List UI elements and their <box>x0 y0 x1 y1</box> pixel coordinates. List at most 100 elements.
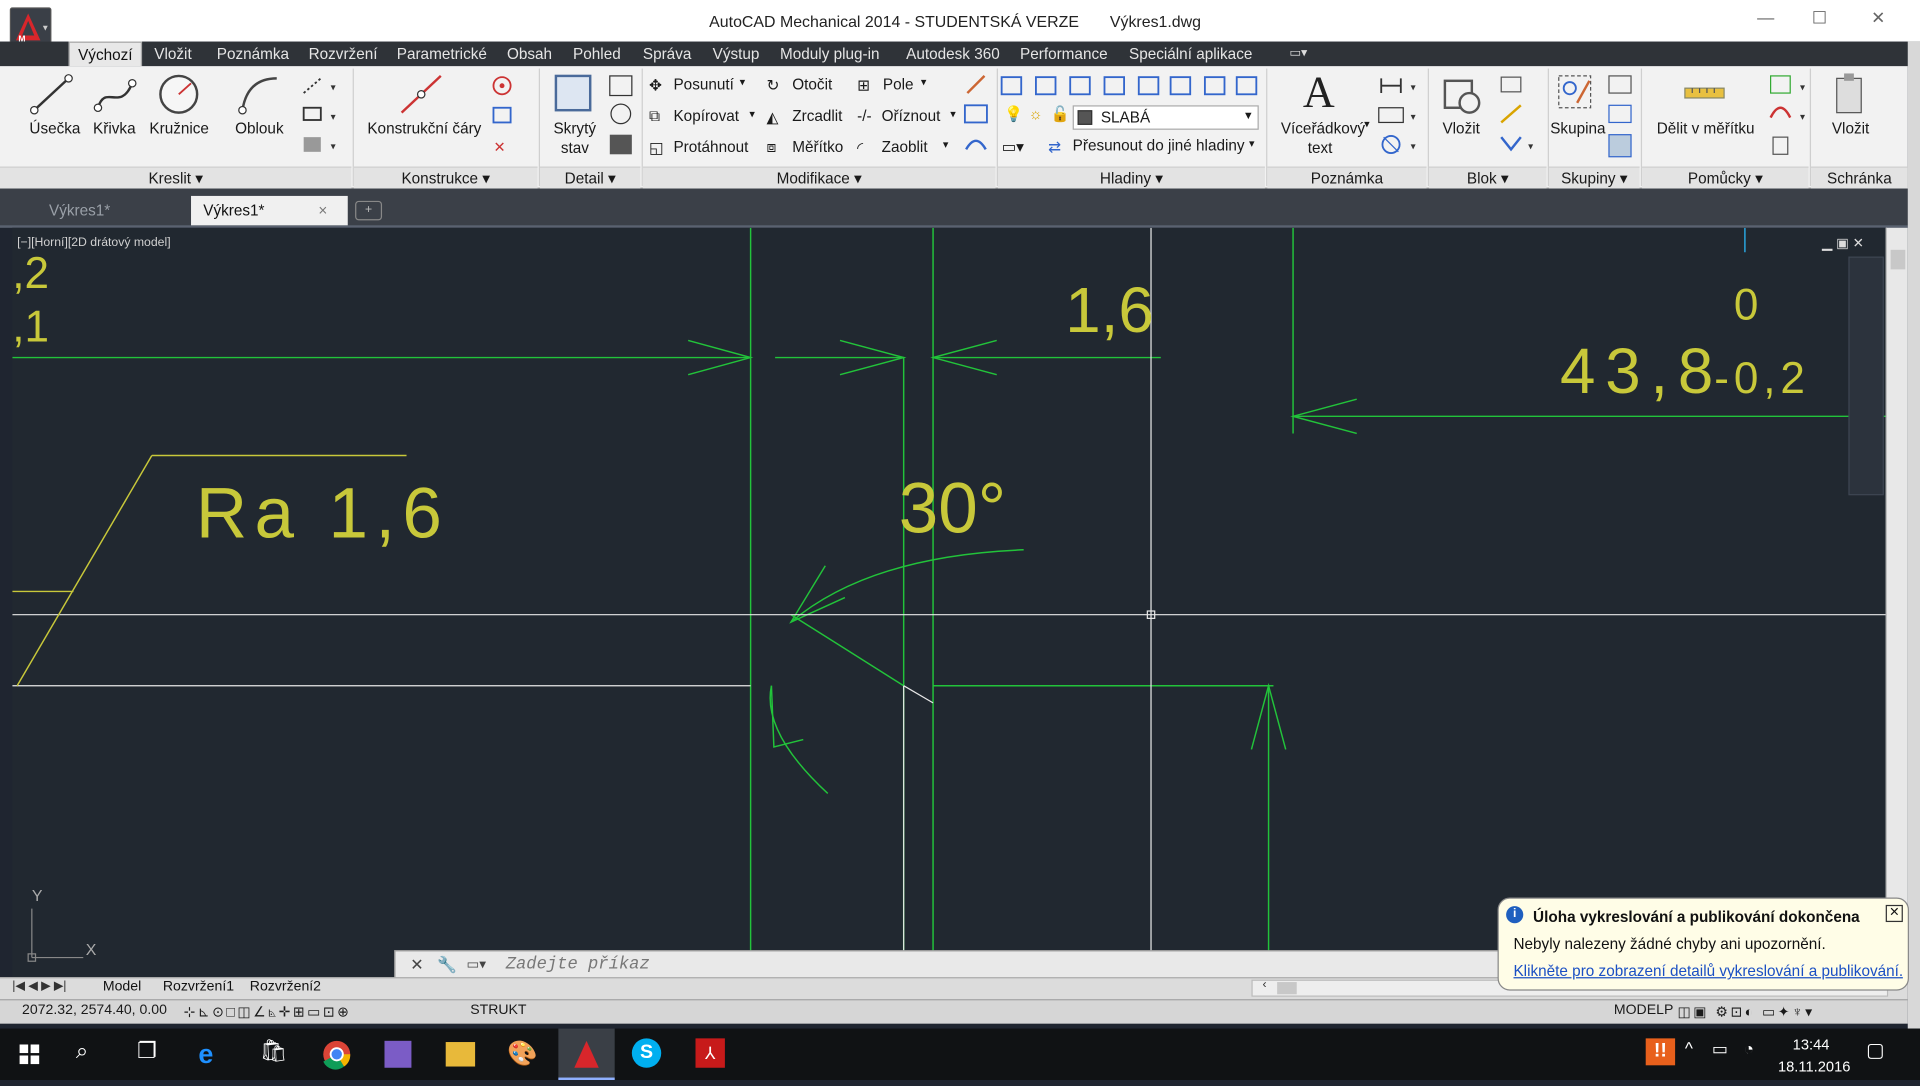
group-kreslit[interactable]: Kreslit ▾ <box>0 166 352 189</box>
scroll-thumb[interactable] <box>1890 249 1906 270</box>
plot-notification[interactable]: i Úloha vykreslování a publikování dokon… <box>1497 897 1909 991</box>
construction-lines-button[interactable]: Konstrukční čáry <box>367 120 481 137</box>
action-center-icon[interactable]: ▢ <box>1866 1038 1903 1070</box>
navigation-bar[interactable] <box>1848 256 1884 496</box>
wifi-icon[interactable]: ◔ <box>1744 1038 1781 1070</box>
group-hladiny[interactable]: Hladiny ▾ <box>997 166 1265 189</box>
mirror-button[interactable]: Zrcadlit <box>792 108 842 125</box>
doc-tab-2[interactable]: Výkres1* × <box>191 195 348 226</box>
fillet-dropdown-icon[interactable]: ▾ <box>943 138 949 151</box>
hidden-state-button-line1[interactable]: Skrytý <box>553 120 596 137</box>
search-icon[interactable]: ⌕ <box>76 1038 113 1070</box>
edge-icon[interactable]: e <box>198 1038 235 1070</box>
measure-button[interactable]: Dělit v měřítku <box>1657 120 1755 137</box>
store-icon[interactable]: 🛍 <box>260 1038 297 1070</box>
layer-dropdown[interactable]: SLABÁ ▼ <box>1072 105 1259 130</box>
move-to-layer-dropdown-icon[interactable]: ▾ <box>1249 137 1255 150</box>
task-view-icon[interactable]: ❐ <box>137 1038 174 1070</box>
stretch-button[interactable]: Protáhnout <box>673 138 748 155</box>
tab-moduly-plugin[interactable]: Moduly plug-in <box>780 42 880 66</box>
insert-block-button[interactable]: Vložit <box>1442 120 1479 137</box>
layout-tab-1[interactable]: Rozvržení1 <box>163 980 234 995</box>
tab-specialni-aplikace[interactable]: Speciální aplikace <box>1129 42 1252 66</box>
detail-tools-icon[interactable] <box>607 73 636 159</box>
hidden-state-button-line2[interactable]: stav <box>561 140 589 157</box>
group-poznamka[interactable]: Poznámka <box>1267 166 1427 189</box>
arc-button[interactable]: Oblouk <box>235 120 284 137</box>
scroll-left-icon[interactable]: ‹ <box>1262 978 1266 991</box>
skype-icon[interactable]: S <box>631 1038 662 1068</box>
tab-vlozit[interactable]: Vložit <box>154 42 191 66</box>
notification-link[interactable]: Klikněte pro zobrazení detailů vykreslov… <box>1513 962 1902 979</box>
close-icon[interactable]: × <box>318 196 327 225</box>
group-skupiny[interactable]: Skupiny ▾ <box>1548 166 1640 189</box>
windows-start-icon[interactable] <box>15 1038 52 1070</box>
block-tools-icon[interactable]: ▾ <box>1496 73 1540 159</box>
paste-button[interactable]: Vložit <box>1832 120 1869 137</box>
tab-autodesk-360[interactable]: Autodesk 360 <box>906 42 1000 66</box>
doc-tab-1[interactable]: Výkres1* <box>37 196 189 225</box>
groups-tools-icon[interactable] <box>1607 73 1636 159</box>
layout-tab-model[interactable]: Model <box>103 980 141 995</box>
group-pomucky[interactable]: Pomůcky ▾ <box>1642 166 1809 189</box>
autocad-taskbar-button[interactable] <box>558 1028 615 1081</box>
layer-lock-icon[interactable]: 🔓 <box>1051 105 1070 123</box>
move-button[interactable]: Posunutí <box>673 76 733 93</box>
move-dropdown-icon[interactable]: ▾ <box>740 76 746 89</box>
array-button[interactable]: Pole <box>883 76 914 93</box>
viewport-window-controls[interactable]: ▁ ▣ ✕ <box>1822 235 1864 251</box>
viewport-label[interactable]: [−][Horní][2D drátový model] <box>17 236 170 249</box>
tab-pohled[interactable]: Pohled <box>573 42 621 66</box>
tab-vystup[interactable]: Výstup <box>713 42 760 66</box>
wrench-icon[interactable]: 🔧 <box>437 955 457 975</box>
modelp-toggle[interactable]: MODELP <box>1614 1003 1673 1018</box>
move-to-layer-button[interactable]: Přesunout do jiné hladiny <box>1073 137 1245 154</box>
status-tray-icons[interactable]: ◫▣ ⚙⊡◐ ▭✦♆▾ <box>1678 1003 1815 1020</box>
layout-tab-2[interactable]: Rozvržení2 <box>250 980 321 995</box>
tab-performance[interactable]: Performance <box>1020 42 1108 66</box>
minimize-button[interactable]: — <box>1741 7 1790 34</box>
annotation-tools-icon[interactable]: ▾ ▾ ▾ <box>1376 73 1425 159</box>
tab-sprava[interactable]: Správa <box>643 42 692 66</box>
drafting-toggles-icon[interactable]: ⊹⊾⊙□◫∠⦝✛⊞▭⊡⊕ <box>184 1003 352 1021</box>
notification-app-icon[interactable]: !! <box>1645 1038 1676 1066</box>
mtext-dropdown-icon[interactable]: ▾ <box>1364 118 1370 131</box>
draw-small-tools[interactable]: ▾ ▾ ▾ <box>299 73 343 159</box>
clock-time[interactable]: 13:44 <box>1793 1036 1830 1053</box>
strukt-toggle[interactable]: STRUKT <box>470 1003 526 1018</box>
clock-date[interactable]: 18.11.2016 <box>1778 1058 1850 1075</box>
multiline-text-button-line2[interactable]: text <box>1308 140 1333 157</box>
group-modifikace[interactable]: Modifikace ▾ <box>642 166 996 189</box>
file-explorer-icon[interactable] <box>445 1042 476 1067</box>
close-window-button[interactable]: ✕ <box>1854 7 1903 34</box>
polyline-button[interactable]: Křivka <box>93 120 136 137</box>
tab-poznamka[interactable]: Poznámka <box>217 42 289 66</box>
layer-freeze-icon[interactable]: ☼ <box>1029 105 1043 122</box>
layout-nav-arrows-icon[interactable]: |◀ ◀ ▶ ▶| <box>12 980 66 993</box>
tab-obsah[interactable]: Obsah <box>507 42 552 66</box>
line-button[interactable]: Úsečka <box>29 120 80 137</box>
command-input[interactable]: Zadejte příkaz <box>506 955 650 975</box>
tab-rozvrzeni[interactable]: Rozvržení <box>309 42 378 66</box>
layer-on-icon[interactable]: 💡 <box>1004 105 1023 123</box>
group-button[interactable]: Skupina <box>1550 120 1605 137</box>
vertical-scrollbar[interactable] <box>1885 227 1908 978</box>
multiline-text-button-line1[interactable]: Víceřádkový <box>1281 120 1365 137</box>
group-blok[interactable]: Blok ▾ <box>1428 166 1547 189</box>
scale-button[interactable]: Měřítko <box>792 138 843 155</box>
new-tab-icon[interactable]: + <box>355 200 383 221</box>
circle-button[interactable]: Kružnice <box>149 120 209 137</box>
onenote-icon[interactable] <box>384 1040 412 1068</box>
maximize-button[interactable]: ☐ <box>1795 7 1844 34</box>
array-dropdown-icon[interactable]: ▾ <box>921 76 927 89</box>
tab-parametricke[interactable]: Parametrické <box>397 42 487 66</box>
fillet-button[interactable]: Zaoblit <box>882 138 928 155</box>
tab-vychozi[interactable]: Výchozí <box>68 41 143 67</box>
layer-tools-icon[interactable] <box>999 73 1259 97</box>
group-detail[interactable]: Detail ▾ <box>540 166 641 189</box>
group-konstrukce[interactable]: Konstrukce ▾ <box>353 166 538 189</box>
copy-dropdown-icon[interactable]: ▾ <box>749 108 755 121</box>
trim-button[interactable]: Oříznout <box>882 108 941 125</box>
modify-tools-icon[interactable] <box>962 73 991 159</box>
layer-color-icon[interactable]: ▭▾ <box>1002 137 1024 155</box>
